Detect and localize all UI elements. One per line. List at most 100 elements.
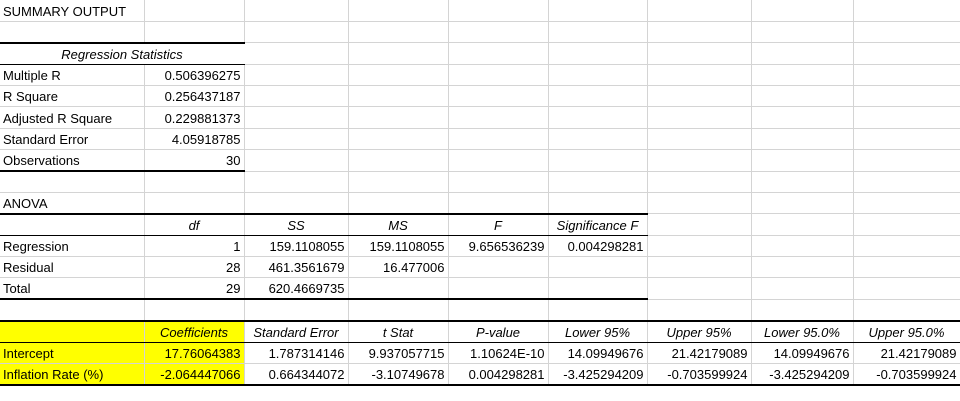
coef-value[interactable]: 21.42179089 [647,342,752,364]
coef-value[interactable]: 14.09949676 [548,342,648,364]
cell[interactable] [751,128,854,151]
cell[interactable] [244,171,349,193]
regstat-value[interactable]: 0.506396275 [144,64,245,87]
regstat-label[interactable]: R Square [0,85,145,108]
cell[interactable] [647,299,752,322]
cell[interactable] [853,235,960,258]
cell[interactable] [548,149,648,172]
cell[interactable] [548,171,648,193]
anova-header-ss[interactable]: SS [244,212,349,236]
cell[interactable] [144,21,245,44]
coef-label[interactable]: Intercept [0,342,145,364]
coef-value[interactable]: 1.10624E-10 [448,342,549,364]
cell[interactable] [548,42,648,65]
cell[interactable] [647,85,752,108]
cell[interactable] [751,192,854,215]
cell[interactable] [244,21,349,44]
anova-sig[interactable] [548,256,648,279]
cell[interactable] [751,299,854,322]
anova-label[interactable]: Regression [0,235,145,258]
coef-value[interactable]: -3.10749678 [348,363,449,386]
cell[interactable] [853,213,960,236]
coef-header-lower-95-0[interactable]: Lower 95.0% [751,319,854,343]
cell[interactable] [647,235,752,258]
regstat-value[interactable]: 4.05918785 [144,128,245,151]
cell[interactable] [348,171,449,193]
cell[interactable] [244,85,349,108]
coef-header-blank[interactable] [0,319,145,343]
cell[interactable] [751,0,854,22]
cell[interactable] [348,21,449,44]
cell[interactable] [647,0,752,22]
regstat-label[interactable]: Multiple R [0,64,145,87]
regstat-label[interactable]: Adjusted R Square [0,106,145,129]
cell[interactable] [448,42,549,65]
cell[interactable] [548,106,648,129]
cell[interactable] [0,299,145,322]
coef-header-p-value[interactable]: P-value [448,319,549,343]
coef-value[interactable]: -0.703599924 [853,363,960,386]
anova-header-df[interactable]: df [144,212,245,236]
cell[interactable] [853,64,960,87]
anova-df[interactable]: 1 [144,235,245,258]
cell[interactable] [751,21,854,44]
cell[interactable] [853,277,960,300]
cell[interactable] [751,106,854,129]
cell[interactable] [853,149,960,172]
anova-header-significance-f[interactable]: Significance F [548,212,648,236]
cell[interactable] [647,192,752,215]
coef-value[interactable]: 14.09949676 [751,342,854,364]
cell[interactable] [548,192,648,215]
cell[interactable] [647,42,752,65]
cell[interactable] [348,299,449,322]
cell[interactable] [751,277,854,300]
anova-ms[interactable]: 159.1108055 [348,235,449,258]
cell[interactable] [647,256,752,279]
anova-f[interactable] [448,256,549,279]
coef-value[interactable]: 17.76064383 [144,342,245,364]
cell[interactable] [853,128,960,151]
cell[interactable] [448,21,549,44]
anova-ss[interactable]: 620.4669735 [244,277,349,301]
cell[interactable] [244,128,349,151]
cell[interactable] [647,213,752,236]
cell[interactable] [548,64,648,87]
coef-value[interactable]: 9.937057715 [348,342,449,364]
cell[interactable] [647,64,752,87]
coef-header-lower-95[interactable]: Lower 95% [548,319,648,343]
cell[interactable] [348,128,449,151]
cell[interactable] [244,299,349,322]
anova-title[interactable]: ANOVA [0,192,145,215]
cell[interactable] [0,171,145,193]
cell[interactable] [853,106,960,129]
coef-header-upper-95-0[interactable]: Upper 95.0% [853,319,960,343]
coef-value[interactable]: 0.664344072 [244,363,349,386]
cell[interactable] [448,106,549,129]
regstat-value[interactable]: 0.229881373 [144,106,245,129]
anova-label[interactable]: Residual [0,256,145,279]
cell[interactable] [751,42,854,65]
cell[interactable] [244,192,349,215]
cell-summary-title[interactable]: SUMMARY OUTPUT [0,0,145,22]
cell[interactable] [853,85,960,108]
cell[interactable] [144,192,245,215]
anova-df[interactable]: 28 [144,256,245,279]
cell[interactable] [244,149,349,172]
cell[interactable] [647,128,752,151]
anova-sig[interactable]: 0.004298281 [548,235,648,258]
cell[interactable] [647,277,752,300]
anova-ss[interactable]: 461.3561679 [244,256,349,279]
anova-ms[interactable]: 16.477006 [348,256,449,279]
cell[interactable] [144,171,245,193]
coef-value[interactable]: -3.425294209 [751,363,854,386]
cell[interactable] [548,21,648,44]
anova-f[interactable] [448,277,549,301]
cell[interactable] [853,21,960,44]
cell[interactable] [448,128,549,151]
cell[interactable] [348,192,449,215]
cell[interactable] [853,256,960,279]
regstat-value[interactable]: 0.256437187 [144,85,245,108]
regstat-label[interactable]: Observations [0,149,145,173]
cell[interactable] [751,149,854,172]
cell[interactable] [448,85,549,108]
